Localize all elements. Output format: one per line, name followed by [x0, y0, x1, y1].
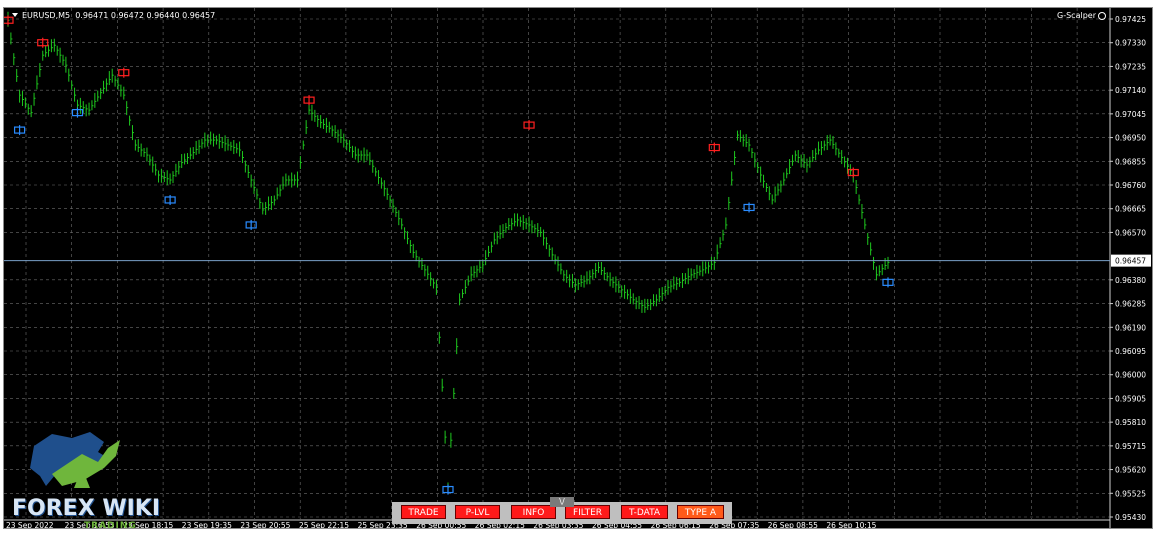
expert-advisor-label: G-Scalper [1057, 11, 1106, 20]
price-tick-label: 0.97425 [1115, 15, 1146, 24]
panel-toggle-button[interactable]: \/ [550, 497, 574, 507]
info-button[interactable]: INFO [511, 505, 556, 519]
price-tick-label: 0.96000 [1115, 371, 1146, 380]
price-tick-label: 0.97330 [1115, 39, 1146, 48]
time-tick-label: 23 Sep 20:55 [240, 521, 290, 529]
price-tick-label: 0.96665 [1115, 205, 1146, 214]
price-tick-label: 0.96190 [1115, 323, 1146, 332]
expert-name: G-Scalper [1057, 11, 1096, 20]
filter-button[interactable]: FILTER [565, 505, 610, 519]
smiley-icon [1098, 12, 1106, 20]
price-tick-label: 0.96095 [1115, 347, 1146, 356]
price-tick-label: 0.96570 [1115, 228, 1146, 237]
price-tick-label: 0.97045 [1115, 110, 1146, 119]
t-data-button[interactable]: T-DATA [621, 505, 668, 519]
price-tick-label: 0.96855 [1115, 157, 1146, 166]
logo-subtext: TRADING [84, 521, 137, 529]
time-tick-label: 26 Sep 10:15 [826, 521, 876, 529]
chart-window[interactable]: 0.97425 0.97330 0.97235 0.97140 0.97045 0.969… [3, 7, 1153, 529]
price-tick-label: 0.95905 [1115, 394, 1146, 403]
time-tick-label: 26 Sep 08:55 [768, 521, 818, 529]
price-tick-label: 0.96380 [1115, 276, 1146, 285]
price-tick-label: 0.97140 [1115, 86, 1146, 95]
forex-wiki-logo: FOREX WIKI TRADING [12, 428, 162, 529]
price-tick-label: 0.97235 [1115, 62, 1146, 71]
price-tick-label: 0.95810 [1115, 418, 1146, 427]
trade-button[interactable]: TRADE [401, 505, 446, 519]
chart-header: EURUSD,M5 0.96471 0.96472 0.96440 0.9645… [12, 11, 215, 20]
ohlc-label: 0.96471 0.96472 0.96440 0.96457 [75, 11, 216, 20]
price-tick-label: 0.96950 [1115, 134, 1146, 143]
time-tick-label: 25 Sep 22:15 [299, 521, 349, 529]
chart-menu-arrow-icon[interactable] [12, 13, 18, 17]
time-tick-label: 23 Sep 19:35 [182, 521, 232, 529]
price-tick-label: 0.95525 [1115, 489, 1146, 498]
p-lvl-button[interactable]: P-LVL [455, 505, 500, 519]
type-a-button[interactable]: TYPE A [677, 505, 724, 519]
price-chart[interactable]: 0.97425 0.97330 0.97235 0.97140 0.97045 0.969… [4, 8, 1153, 529]
price-tick-label: 0.95620 [1115, 466, 1146, 475]
symbol-label: EURUSD,M5 [22, 11, 71, 20]
price-tick-label: 0.95430 [1115, 513, 1146, 522]
logo-text: FOREX WIKI [12, 496, 161, 521]
price-tick-label: 0.96760 [1115, 181, 1146, 190]
price-tick-label: 0.96285 [1115, 300, 1146, 309]
price-tick-label: 0.95715 [1115, 442, 1146, 451]
current-price-label: 0.96457 [1115, 257, 1146, 266]
